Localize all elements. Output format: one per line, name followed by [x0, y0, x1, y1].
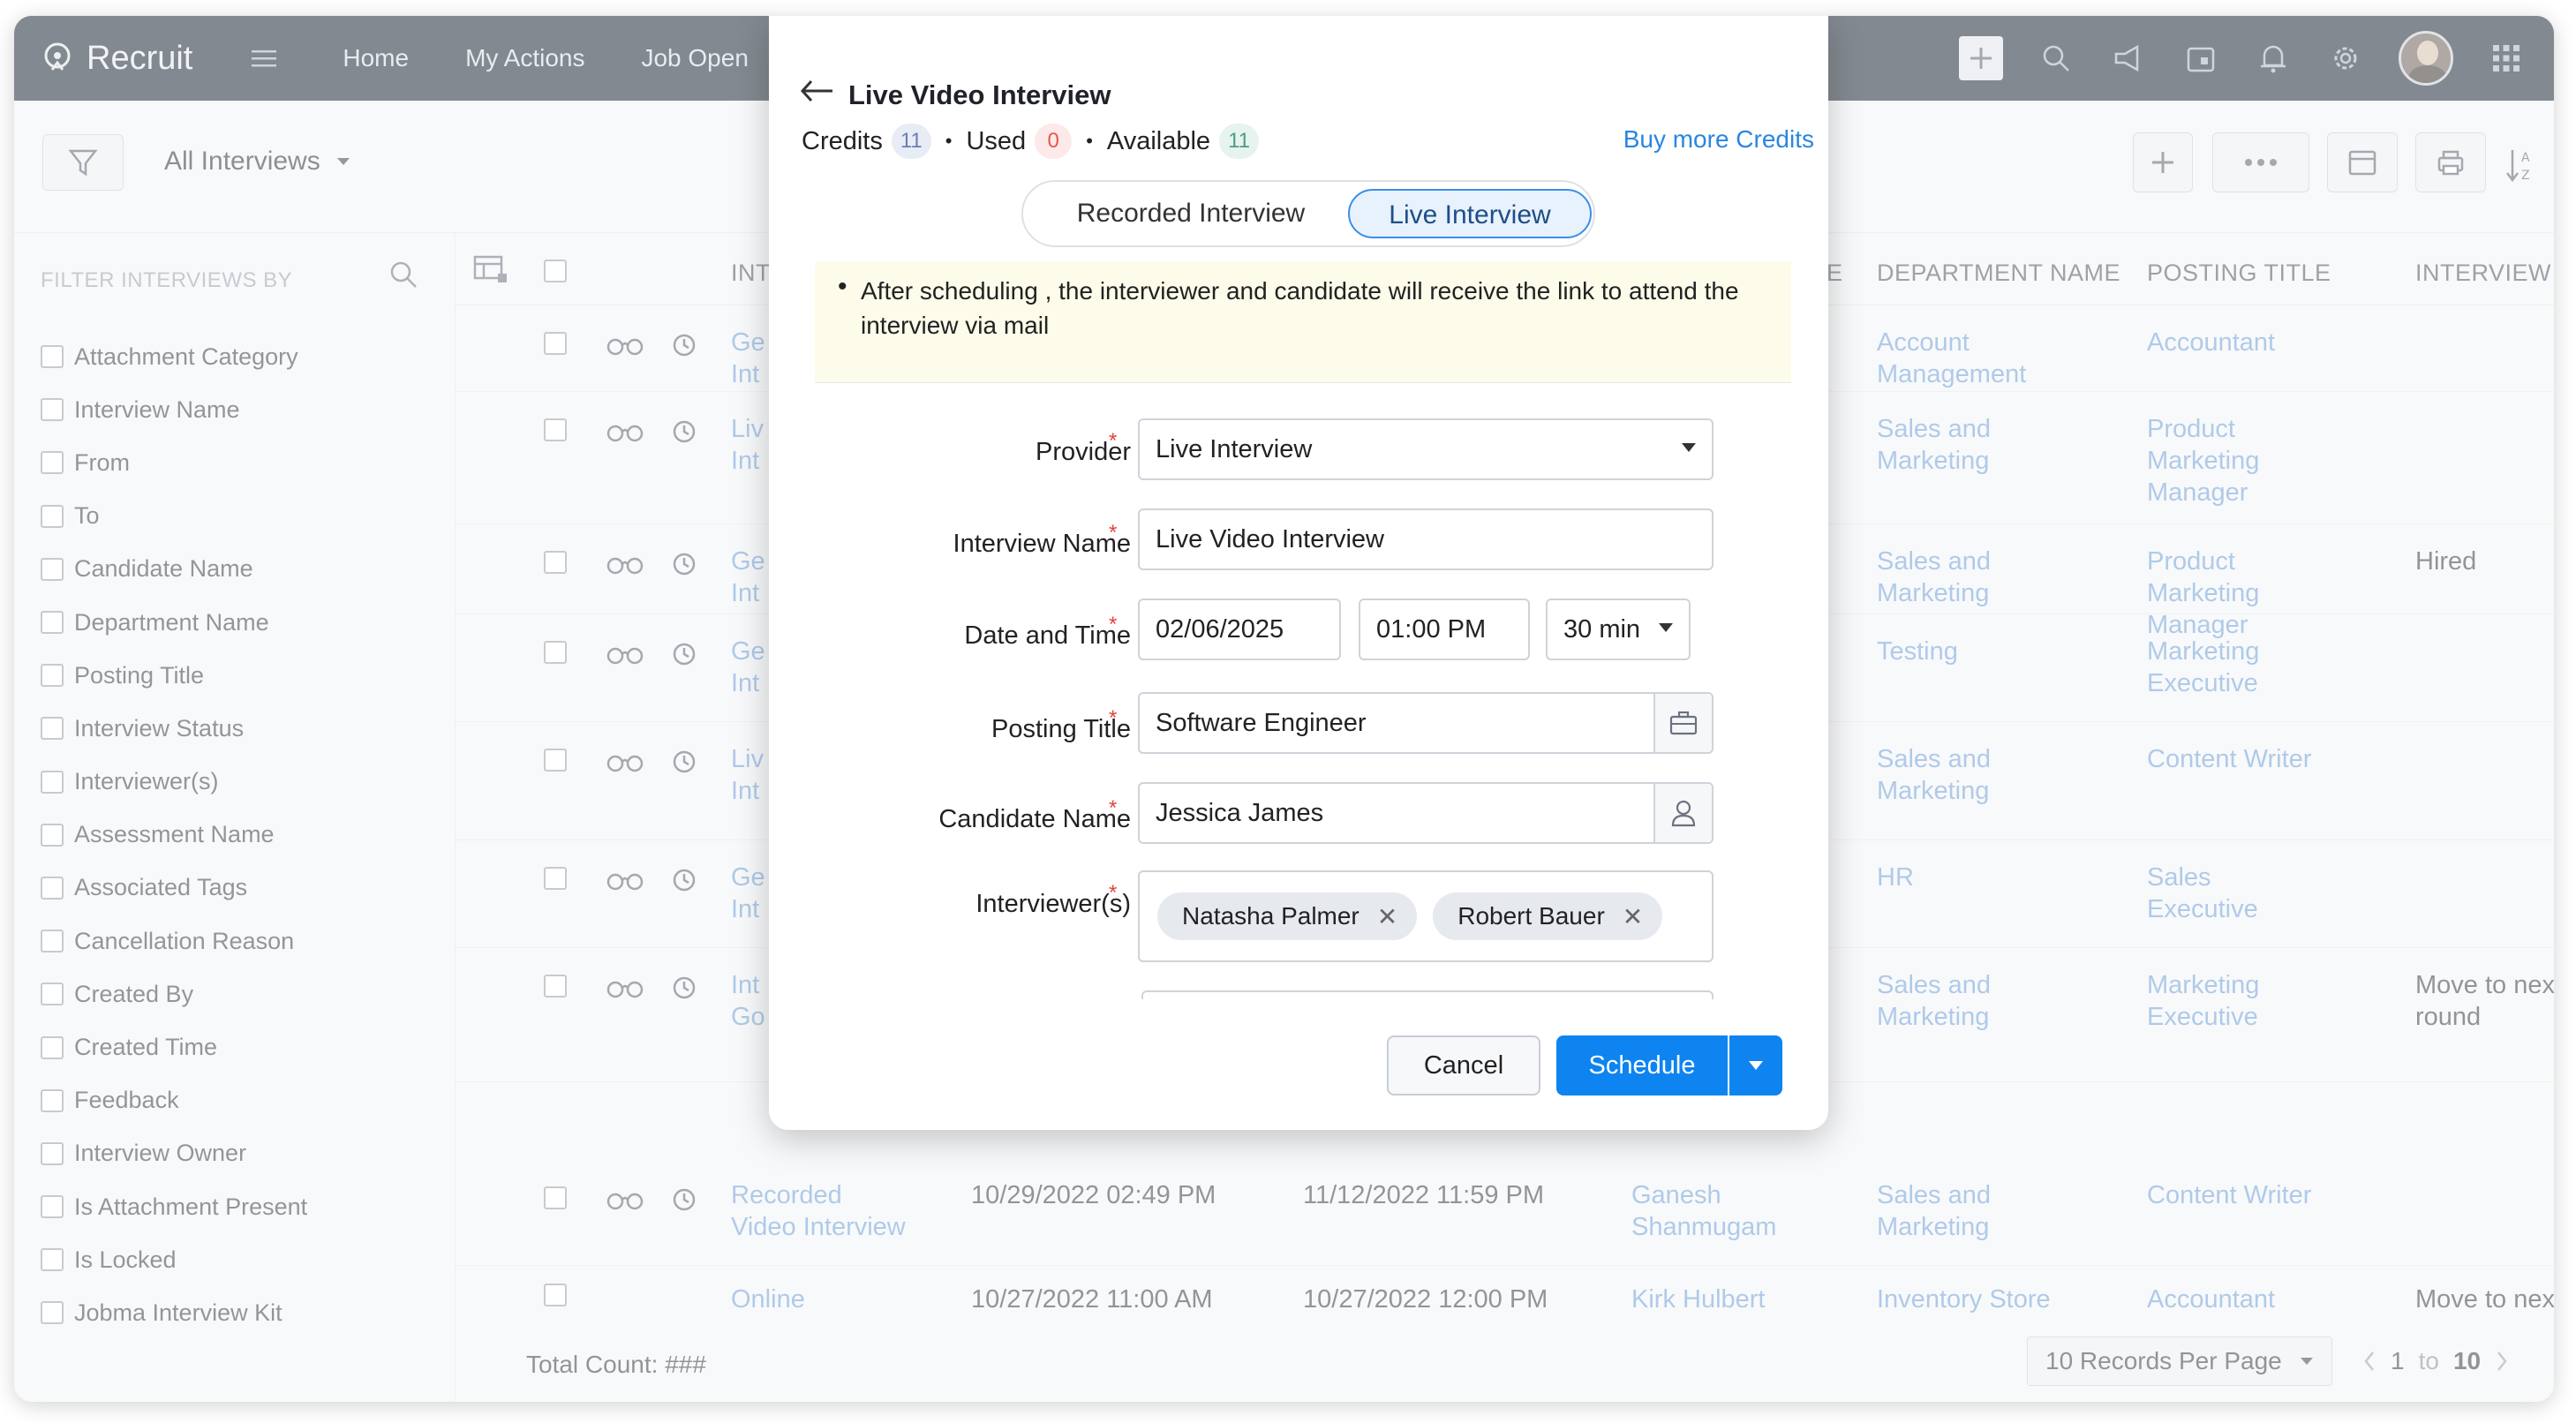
back-arrow-icon[interactable]	[799, 78, 834, 109]
used-count-badge: 0	[1035, 124, 1073, 159]
interviewer-name: Natasha Palmer	[1182, 902, 1360, 930]
tab-recorded-interview[interactable]: Recorded Interview	[1050, 189, 1332, 238]
provider-value: Live Interview	[1156, 434, 1313, 463]
required-marker: *	[1109, 429, 1118, 453]
buy-more-credits-link[interactable]: Buy more Credits	[1623, 125, 1814, 154]
interviewer-name: Robert Bauer	[1457, 902, 1605, 930]
credits-summary: Credits 11 • Used 0 • Available 11	[802, 124, 1259, 159]
required-marker: *	[1109, 521, 1118, 545]
separator-dot: •	[945, 130, 953, 152]
duration-value: 30 min	[1563, 614, 1641, 644]
required-marker: *	[1109, 613, 1118, 636]
user-icon	[1671, 800, 1696, 827]
available-label: Available	[1106, 126, 1211, 155]
interviewer-chip: Robert Bauer ✕	[1433, 892, 1663, 940]
caret-down-icon	[1659, 623, 1673, 632]
candidate-name-label: Candidate Name	[938, 805, 1131, 833]
next-field-partial	[1141, 990, 1714, 999]
required-marker: *	[1109, 706, 1118, 730]
date-value: 02/06/2025	[1156, 614, 1284, 644]
posting-title-input[interactable]: Software Engineer	[1138, 692, 1714, 754]
interviewers-label: Interviewer(s)	[975, 890, 1131, 918]
schedule-options-dropdown[interactable]	[1729, 1035, 1782, 1095]
remove-chip-icon[interactable]: ✕	[1623, 902, 1643, 931]
interview-name-input[interactable]: Live Video Interview	[1138, 508, 1714, 570]
credits-label: Credits	[802, 126, 883, 155]
briefcase-icon	[1669, 711, 1698, 735]
interview-name-label: Interview Name	[953, 530, 1131, 558]
posting-lookup-button[interactable]	[1653, 694, 1712, 752]
required-marker: *	[1109, 881, 1118, 905]
date-time-label: Date and Time	[964, 621, 1131, 650]
tab-live-interview[interactable]: Live Interview	[1348, 189, 1592, 238]
available-count-badge: 11	[1219, 124, 1259, 159]
bullet-icon: •	[838, 272, 847, 301]
used-label: Used	[966, 126, 1027, 155]
interview-name-value: Live Video Interview	[1156, 524, 1385, 553]
caret-down-icon	[1749, 1061, 1763, 1070]
candidate-name-value: Jessica James	[1156, 798, 1324, 827]
required-marker: *	[1109, 796, 1118, 820]
schedule-button[interactable]: Schedule	[1556, 1035, 1728, 1095]
time-value: 01:00 PM	[1376, 614, 1487, 644]
recruit-app: Recruit Home My Actions Job Open All Int…	[14, 16, 2554, 1402]
provider-select[interactable]: Live Interview	[1138, 418, 1714, 480]
caret-down-icon	[1682, 443, 1696, 452]
date-input[interactable]: 02/06/2025	[1138, 599, 1341, 660]
interviewers-input[interactable]: Natasha Palmer ✕ Robert Bauer ✕	[1138, 870, 1714, 962]
info-notice: • After scheduling , the interviewer and…	[815, 261, 1791, 383]
modal-title: Live Video Interview	[848, 79, 1111, 110]
info-notice-text: After scheduling , the interviewer and c…	[861, 277, 1739, 339]
posting-title-value: Software Engineer	[1156, 708, 1367, 737]
interview-type-toggle: Recorded Interview Live Interview	[1021, 180, 1595, 247]
time-input[interactable]: 01:00 PM	[1359, 599, 1530, 660]
candidate-name-input[interactable]: Jessica James	[1138, 782, 1714, 844]
schedule-interview-modal: Live Video Interview Credits 11 • Used 0…	[769, 16, 1828, 1130]
interviewer-chip: Natasha Palmer ✕	[1157, 892, 1418, 940]
candidate-lookup-button[interactable]	[1653, 784, 1712, 842]
duration-select[interactable]: 30 min	[1546, 599, 1691, 660]
remove-chip-icon[interactable]: ✕	[1377, 902, 1397, 931]
credits-count-badge: 11	[891, 124, 931, 159]
cancel-button[interactable]: Cancel	[1387, 1035, 1540, 1095]
separator-dot: •	[1086, 130, 1093, 152]
